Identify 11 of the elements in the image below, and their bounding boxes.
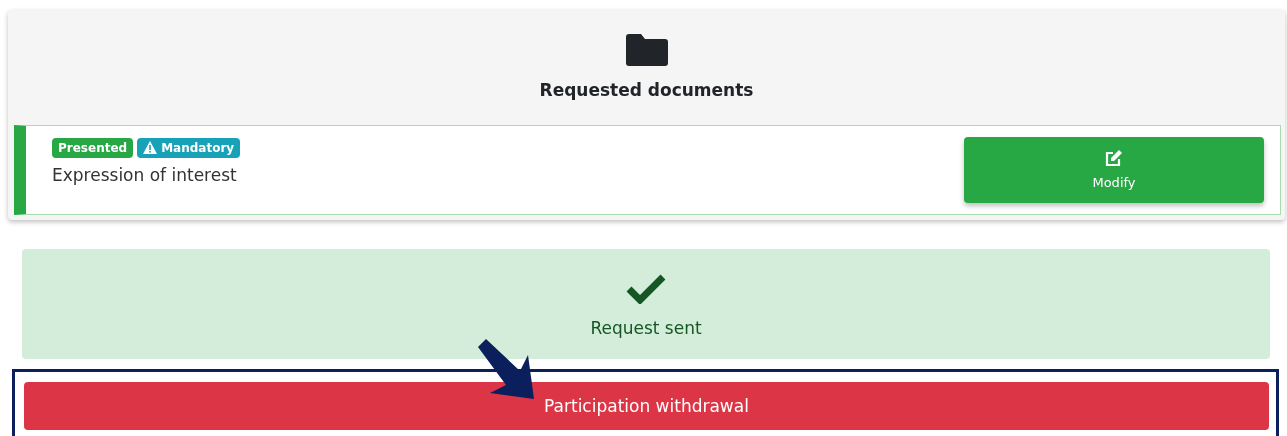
modify-button[interactable]: Modify [964, 137, 1264, 203]
warning-icon [143, 141, 158, 154]
mandatory-badge: Mandatory [137, 137, 241, 158]
alert-message: Request sent [590, 318, 702, 338]
check-icon [626, 274, 666, 304]
status-badge: Presented [52, 137, 134, 158]
document-name: Expression of interest [52, 164, 238, 185]
edit-icon [1105, 150, 1123, 167]
withdrawal-button[interactable]: Participation withdrawal [24, 382, 1269, 430]
folder-icon [625, 34, 668, 66]
card-title: Requested documents [539, 80, 754, 100]
